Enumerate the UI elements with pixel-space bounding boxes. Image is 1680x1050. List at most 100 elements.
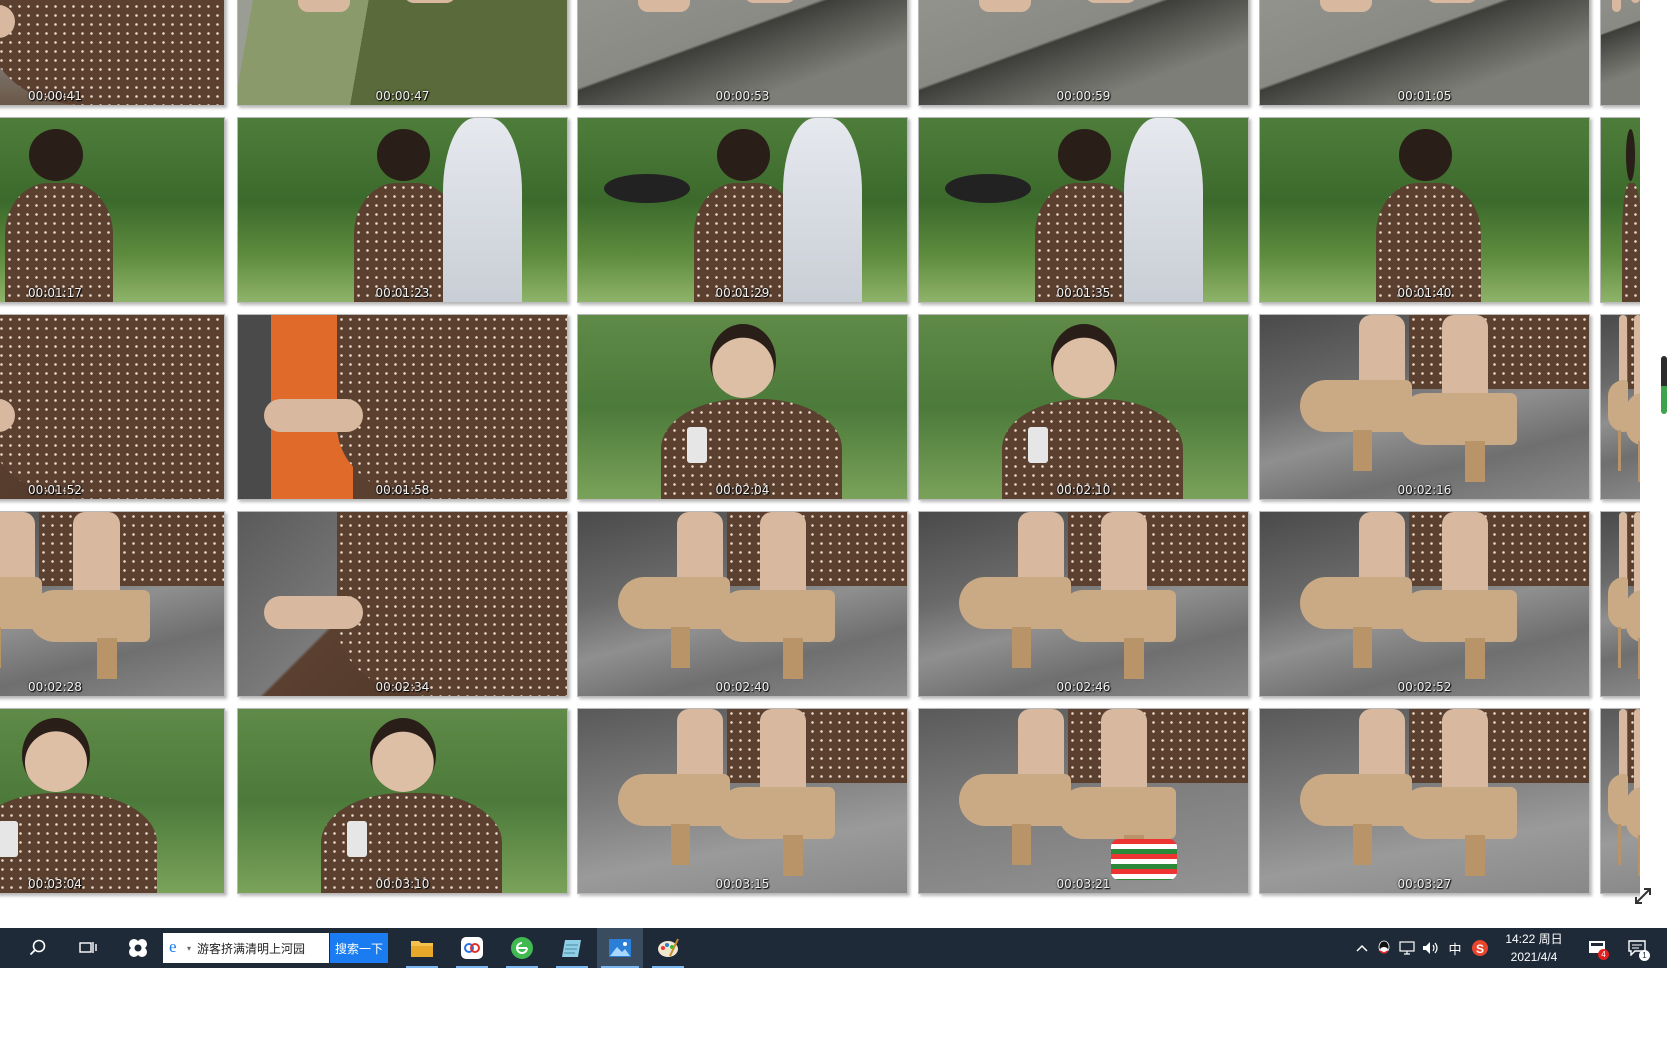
video-thumbnail[interactable]: 00:02:10: [918, 314, 1249, 500]
thumbnail-timestamp: 00:03:21: [1056, 877, 1111, 891]
video-thumbnail[interactable]: 00:03:04: [0, 708, 225, 894]
person-head: [22, 718, 90, 792]
heel-shape: [1352, 824, 1373, 865]
video-thumbnail[interactable]: 00:01:23: [237, 117, 568, 303]
leg-shape: [1319, 0, 1373, 13]
dress-fabric: [337, 315, 567, 499]
video-thumbnail[interactable]: 00:00:41: [0, 0, 225, 106]
video-thumbnail[interactable]: [1600, 708, 1640, 894]
expand-icon[interactable]: [1633, 886, 1653, 906]
notification-badge: 4: [1598, 949, 1609, 960]
person-dress: [1375, 183, 1482, 302]
video-thumbnail[interactable]: [1600, 511, 1640, 697]
shoe-shape: [28, 590, 151, 642]
phone-shape: [347, 820, 367, 858]
video-thumbnail[interactable]: 00:00:59: [918, 0, 1249, 106]
leg-shape: [1631, 0, 1640, 3]
photos-icon[interactable]: [597, 928, 643, 968]
shoe-shape: [1299, 774, 1412, 826]
video-thumbnail[interactable]: [1600, 117, 1640, 303]
dress-fabric: [1408, 315, 1589, 389]
phone-shape: [0, 820, 19, 858]
video-thumbnail[interactable]: 00:02:34: [237, 511, 568, 697]
thumbnail-timestamp: 00:03:04: [28, 877, 82, 891]
video-thumbnail[interactable]: 00:02:40: [577, 511, 908, 697]
video-thumbnail[interactable]: 00:01:29: [577, 117, 908, 303]
thumbnail-timestamp: 00:00:53: [715, 89, 770, 103]
thumbnail-timestamp: 00:03:27: [1397, 877, 1452, 891]
shoe-shape: [617, 774, 730, 826]
thumbnail-timestamp: 00:02:28: [28, 680, 82, 694]
notebook-icon[interactable]: [552, 928, 592, 968]
folder-icon[interactable]: [402, 928, 442, 968]
video-thumbnail[interactable]: 00:01:05: [1259, 0, 1590, 106]
video-thumbnail[interactable]: 00:03:27: [1259, 708, 1590, 894]
shoe-shape: [1399, 393, 1518, 445]
video-thumbnail[interactable]: 00:00:47: [237, 0, 568, 106]
video-thumbnail[interactable]: 00:02:52: [1259, 511, 1590, 697]
video-thumbnail[interactable]: 00:02:16: [1259, 314, 1590, 500]
person-head: [710, 324, 777, 398]
hooded-person: [783, 118, 863, 302]
sogou-icon[interactable]: S: [1468, 928, 1492, 968]
heel-shape: [1617, 627, 1622, 668]
video-thumbnail[interactable]: [1600, 0, 1640, 106]
baidu-icon[interactable]: [452, 928, 492, 968]
thumbnail-timestamp: 00:02:40: [715, 680, 770, 694]
video-thumbnail[interactable]: 00:02:04: [577, 314, 908, 500]
person-head: [1626, 129, 1636, 181]
thumbnail-timestamp: 00:01:35: [1056, 286, 1111, 300]
dress-fabric: [726, 512, 907, 586]
video-thumbnail[interactable]: 00:02:46: [918, 511, 1249, 697]
person-head: [377, 129, 430, 181]
action-center-icon[interactable]: 1: [1622, 928, 1652, 968]
paint-icon[interactable]: [648, 928, 688, 968]
video-thumbnail[interactable]: 00:03:15: [577, 708, 908, 894]
video-thumbnail[interactable]: 00:03:21: [918, 708, 1249, 894]
leg-shape: [1611, 0, 1622, 13]
thumbnail-timestamp: 00:03:15: [715, 877, 770, 891]
hooded-person: [443, 118, 523, 302]
video-thumbnail[interactable]: 00:01:52: [0, 314, 225, 500]
shoe-shape: [1626, 393, 1640, 445]
leg-shape: [264, 398, 364, 432]
heel-shape: [1617, 430, 1622, 471]
clock[interactable]: 14:22 周日 2021/4/4: [1498, 930, 1570, 966]
task-view-icon[interactable]: [70, 928, 106, 968]
video-thumbnail[interactable]: [1600, 314, 1640, 500]
ime-indicator[interactable]: 中: [1445, 928, 1465, 968]
search-input[interactable]: e ▾ 游客挤满清明上河园: [163, 933, 329, 963]
notification-icon[interactable]: 4: [1582, 928, 1612, 968]
video-thumbnail[interactable]: 00:03:10: [237, 708, 568, 894]
shoe-shape: [617, 577, 730, 629]
video-thumbnail[interactable]: 00:02:28: [0, 511, 225, 697]
action-center-badge: 1: [1639, 950, 1650, 961]
video-thumbnail[interactable]: 00:00:53: [577, 0, 908, 106]
chevron-up-icon[interactable]: [1353, 928, 1371, 968]
video-thumbnail[interactable]: 00:01:58: [237, 314, 568, 500]
shoe-shape: [1626, 787, 1640, 839]
app-icon[interactable]: [120, 928, 156, 968]
scrollbar-thumb[interactable]: [1661, 356, 1667, 414]
person-head: [370, 718, 437, 792]
video-thumbnail[interactable]: 00:01:17: [0, 117, 225, 303]
thumbnail-timestamp: 00:02:04: [715, 483, 770, 497]
person-head: [28, 129, 83, 181]
search-button[interactable]: 搜索一下: [330, 933, 388, 963]
thumbnail-timestamp: 00:02:46: [1056, 680, 1111, 694]
volume-icon[interactable]: [1420, 928, 1442, 968]
heel-shape: [96, 638, 118, 679]
thumbnail-timestamp: 00:02:34: [375, 680, 430, 694]
shoe-shape: [1399, 590, 1518, 642]
shoe-shape: [1299, 577, 1412, 629]
qq-icon[interactable]: [1374, 928, 1394, 968]
person-head: [1399, 129, 1452, 181]
video-thumbnail[interactable]: 00:01:40: [1259, 117, 1590, 303]
heel-shape: [1638, 441, 1640, 482]
video-thumbnail[interactable]: 00:01:35: [918, 117, 1249, 303]
network-icon[interactable]: [1397, 928, 1417, 968]
green-browser-icon[interactable]: [502, 928, 542, 968]
search-text: 游客挤满清明上河园: [197, 941, 306, 956]
thumbnail-viewer: 00:00:41 00:00:47 00:00:53 00:00:59 00:01:05…: [0, 0, 1640, 912]
search-icon[interactable]: [20, 928, 56, 968]
